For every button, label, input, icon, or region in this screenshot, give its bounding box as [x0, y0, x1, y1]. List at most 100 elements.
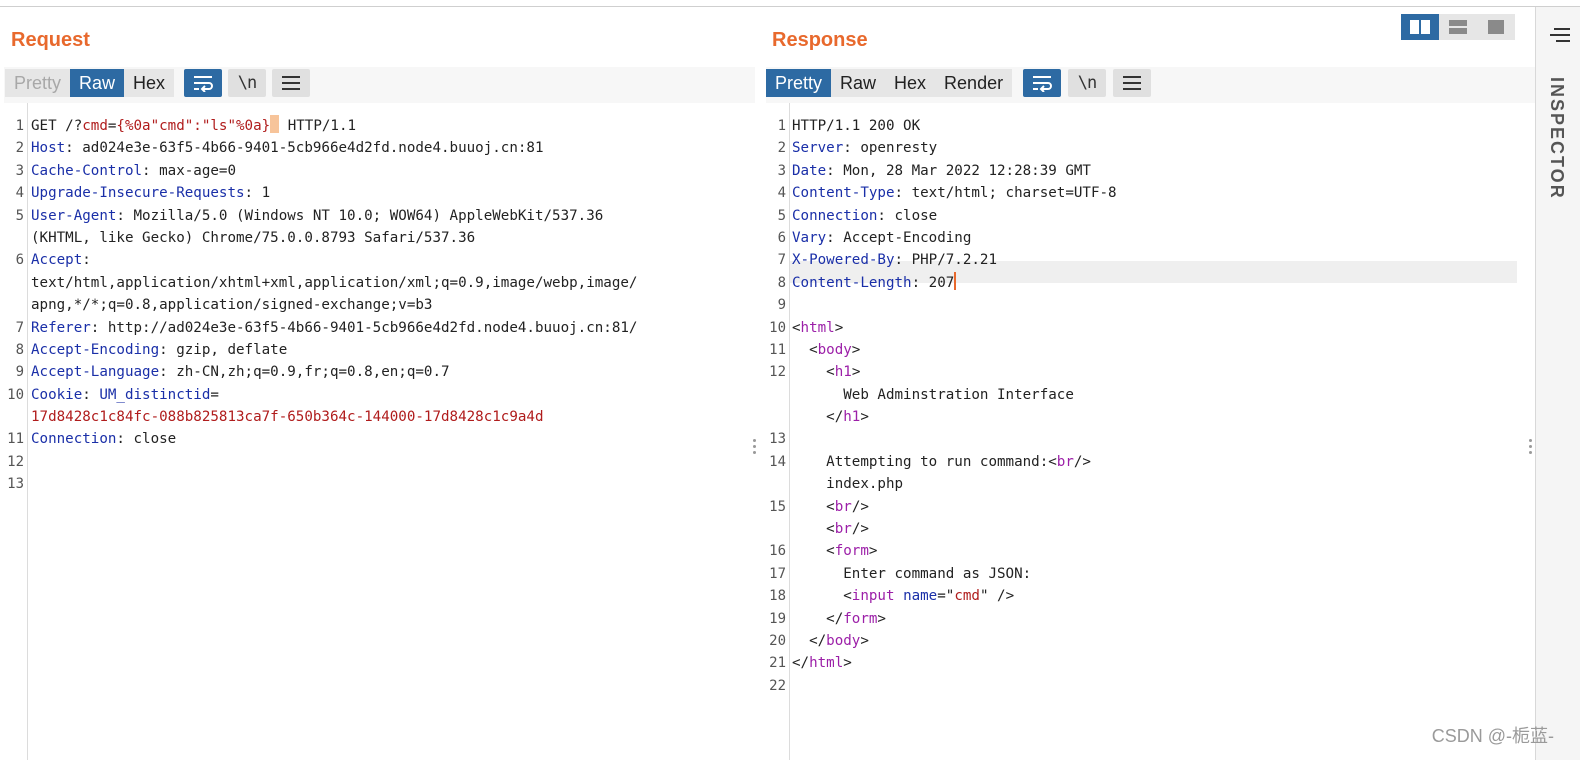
response-line: 2 Server: openresty: [762, 137, 1535, 159]
request-line: 13: [0, 473, 755, 495]
line-number: 11: [769, 341, 786, 358]
line-number: 5: [15, 207, 24, 224]
code-token: >: [860, 632, 869, 649]
code-token: Cookie: [31, 386, 83, 403]
line-number: 3: [15, 162, 24, 179]
response-line: 9: [762, 294, 1535, 316]
columns-icon: [1410, 20, 1430, 34]
inspector-label[interactable]: INSPECTOR: [1546, 77, 1567, 200]
text-caret: [954, 271, 957, 290]
code-token: Web Adminstration Interface: [792, 386, 1074, 403]
line-number: 10: [7, 386, 24, 403]
request-line: 5 User-Agent: Mozilla/5.0 (Windows NT 10.…: [0, 205, 755, 250]
response-line: 21 </html>: [762, 652, 1535, 674]
code-token: Enter command as JSON:: [792, 565, 1032, 582]
line-number: 7: [777, 252, 786, 269]
request-tab-hex[interactable]: Hex: [124, 69, 175, 97]
code-token: body: [817, 341, 852, 358]
code-token: X-Powered-By: [792, 252, 895, 269]
line-number: 2: [15, 140, 24, 157]
code-token: Attempting to run command:<: [792, 453, 1057, 470]
code-token: html: [800, 319, 835, 336]
response-editor[interactable]: 1 HTTP/1.1 200 OK 2 Server: openresty 3 Date:…: [762, 115, 1535, 697]
code-token: : text/html; charset=UTF-8: [894, 185, 1117, 202]
response-view-tabs: Pretty Raw Hex Render: [766, 69, 1013, 97]
response-tab-render[interactable]: Render: [935, 69, 1013, 97]
line-number: 7: [15, 319, 24, 336]
code-token: HTTP/1.1 200 OK: [792, 118, 921, 134]
code-token: h1: [843, 409, 861, 426]
inspector-sidebar[interactable]: INSPECTOR: [1535, 7, 1580, 760]
line-number: 13: [7, 476, 24, 493]
code-token: Cache-Control: [31, 162, 143, 179]
layout-single-button[interactable]: [1477, 14, 1515, 40]
line-number: 21: [769, 655, 786, 672]
request-editor[interactable]: 1 GET /?cmd = {%0a"cmd":"ls"%0a} HTTP/1.1 2 H…: [0, 115, 755, 496]
code-token: GET /?: [31, 118, 83, 134]
code-token: form: [843, 610, 878, 627]
response-show-newlines-button[interactable]: \n: [1068, 69, 1106, 97]
response-line: 13: [762, 428, 1535, 450]
line-number: 18: [769, 588, 786, 605]
line-number: 6: [777, 229, 786, 246]
code-token: </: [792, 632, 827, 649]
code-token: : close: [877, 207, 938, 224]
code-token: Host: [31, 140, 66, 157]
layout-stacked-button[interactable]: [1439, 14, 1477, 40]
code-token: br: [834, 521, 852, 538]
response-line: 10 <html>: [762, 317, 1535, 339]
code-token: Vary: [792, 229, 827, 246]
code-token: : openresty: [843, 140, 938, 157]
code-token: : Accept-Encoding: [826, 229, 972, 246]
request-show-newlines-button[interactable]: \n: [228, 69, 266, 97]
line-number: 6: [15, 252, 24, 269]
newline-icon: \n: [237, 73, 258, 93]
response-line: 8 Content-Length: 207: [762, 271, 1535, 294]
response-line: 7 X-Powered-By: PHP/7.2.21: [762, 249, 1535, 271]
response-line: 16 <form>: [762, 540, 1535, 562]
request-pane: Request Pretty Raw Hex \n 1 GET /?cmd = {%0…: [0, 7, 757, 760]
code-token: form: [834, 543, 869, 560]
response-title: Response: [772, 29, 868, 51]
response-line: 17 Enter command as JSON:: [762, 563, 1535, 585]
code-token: Content-Type: [792, 185, 895, 202]
request-menu-button[interactable]: [272, 69, 310, 97]
inspector-divider-handle[interactable]: [1529, 439, 1533, 457]
line-number: 9: [777, 297, 786, 314]
code-token: : PHP/7.2.21: [894, 252, 998, 269]
code-token: : 207: [911, 274, 955, 291]
inspector-menu-icon[interactable]: [1550, 27, 1570, 45]
code-token: h1: [834, 364, 852, 381]
request-line: 8 Accept-Encoding: gzip, deflate: [0, 339, 755, 361]
pane-divider-handle[interactable]: [753, 439, 757, 457]
response-menu-button[interactable]: [1113, 69, 1151, 97]
code-token: br: [1056, 453, 1074, 470]
code-token: html: [809, 655, 844, 672]
request-line: 4 Upgrade-Insecure-Requests: 1: [0, 182, 755, 204]
request-tab-raw[interactable]: Raw: [70, 69, 125, 97]
request-line: 10 Cookie: UM_distinctid= 17d8428c1c84fc-0…: [0, 384, 755, 429]
request-line: 6 Accept: text/html,application/xhtml+xml,…: [0, 249, 755, 316]
code-token: <: [792, 498, 835, 515]
code-token: <: [792, 364, 835, 381]
line-number: 1: [15, 118, 24, 134]
response-wrap-lines-button[interactable]: [1023, 69, 1061, 97]
code-token: input: [851, 588, 895, 605]
code-token: >: [860, 409, 869, 426]
text-caret: [270, 115, 280, 133]
code-token: cmd: [954, 588, 980, 605]
layout-side-by-side-button[interactable]: [1401, 14, 1439, 40]
request-tab-pretty[interactable]: Pretty: [5, 69, 71, 97]
code-token: =": [937, 588, 955, 605]
code-token: text/html,application/xhtml+xml,applicat…: [31, 274, 638, 291]
newline-icon: \n: [1077, 73, 1098, 93]
code-token: : gzip, deflate: [159, 341, 288, 358]
response-tab-hex[interactable]: Hex: [885, 69, 936, 97]
response-tab-raw[interactable]: Raw: [831, 69, 886, 97]
line-number: 8: [15, 341, 24, 358]
code-token: :: [82, 386, 100, 403]
request-wrap-lines-button[interactable]: [184, 69, 222, 97]
code-token: : Mozilla/5.0 (Windows NT 10.0; WOW64) A…: [116, 207, 604, 224]
code-token: body: [826, 632, 861, 649]
response-tab-pretty[interactable]: Pretty: [766, 69, 832, 97]
